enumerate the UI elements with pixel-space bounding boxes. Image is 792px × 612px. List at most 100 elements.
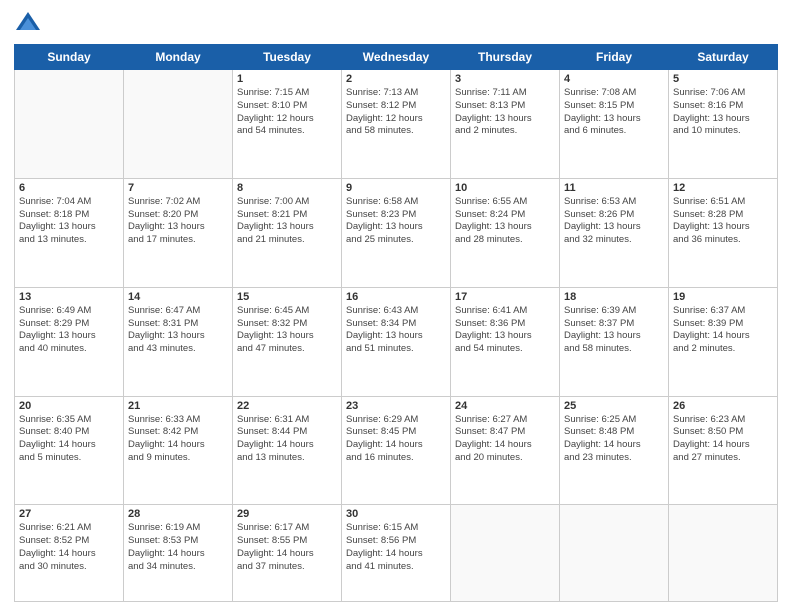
day-info-line: Sunrise: 6:23 AM [673,414,773,427]
calendar-cell: 5Sunrise: 7:06 AMSunset: 8:16 PMDaylight… [669,70,778,179]
day-info-line: Sunrise: 6:43 AM [346,305,446,318]
calendar-week-1: 1Sunrise: 7:15 AMSunset: 8:10 PMDaylight… [15,70,778,179]
day-info-line: Daylight: 14 hours [564,439,664,452]
day-header-thursday: Thursday [451,45,560,70]
day-info: Sunrise: 6:41 AMSunset: 8:36 PMDaylight:… [455,305,555,356]
day-info-line: and 54 minutes. [237,125,337,138]
day-info: Sunrise: 6:17 AMSunset: 8:55 PMDaylight:… [237,522,337,573]
day-header-friday: Friday [560,45,669,70]
day-info-line: and 10 minutes. [673,125,773,138]
day-info-line: Sunset: 8:50 PM [673,426,773,439]
day-info-line: Sunset: 8:15 PM [564,100,664,113]
day-info-line: and 16 minutes. [346,452,446,465]
day-info-line: and 5 minutes. [19,452,119,465]
header [14,10,778,38]
day-info-line: Sunset: 8:47 PM [455,426,555,439]
calendar-week-4: 20Sunrise: 6:35 AMSunset: 8:40 PMDayligh… [15,396,778,505]
day-info-line: Sunrise: 6:37 AM [673,305,773,318]
day-number: 4 [564,73,664,85]
day-info-line: Sunset: 8:21 PM [237,209,337,222]
day-info: Sunrise: 6:49 AMSunset: 8:29 PMDaylight:… [19,305,119,356]
day-info-line: Daylight: 13 hours [346,330,446,343]
day-info-line: Daylight: 13 hours [346,221,446,234]
day-info: Sunrise: 6:53 AMSunset: 8:26 PMDaylight:… [564,196,664,247]
day-header-tuesday: Tuesday [233,45,342,70]
day-info-line: Sunrise: 7:04 AM [19,196,119,209]
day-info-line: Sunrise: 6:58 AM [346,196,446,209]
day-info-line: and 13 minutes. [19,234,119,247]
calendar-cell [124,70,233,179]
day-info-line: Sunset: 8:44 PM [237,426,337,439]
day-info-line: Daylight: 14 hours [346,439,446,452]
calendar-cell: 17Sunrise: 6:41 AMSunset: 8:36 PMDayligh… [451,287,560,396]
day-number: 5 [673,73,773,85]
calendar-cell [560,505,669,602]
day-info-line: Daylight: 13 hours [673,221,773,234]
calendar-cell: 13Sunrise: 6:49 AMSunset: 8:29 PMDayligh… [15,287,124,396]
day-info-line: and 30 minutes. [19,561,119,574]
day-info: Sunrise: 6:15 AMSunset: 8:56 PMDaylight:… [346,522,446,573]
day-info-line: Sunrise: 6:41 AM [455,305,555,318]
day-number: 18 [564,291,664,303]
calendar-cell: 23Sunrise: 6:29 AMSunset: 8:45 PMDayligh… [342,396,451,505]
day-info: Sunrise: 7:00 AMSunset: 8:21 PMDaylight:… [237,196,337,247]
day-info-line: and 47 minutes. [237,343,337,356]
day-info-line: and 51 minutes. [346,343,446,356]
day-info-line: and 13 minutes. [237,452,337,465]
day-info-line: Daylight: 12 hours [346,113,446,126]
day-info-line: Daylight: 14 hours [346,548,446,561]
calendar-cell [15,70,124,179]
calendar-cell: 24 Sunrise: 6:27 AMSunset: 8:47 PMDayligh… [451,396,560,505]
day-number: 16 [346,291,446,303]
day-info-line: Daylight: 14 hours [128,439,228,452]
day-number: 26 [673,400,773,412]
calendar-cell: 7Sunrise: 7:02 AMSunset: 8:20 PMDaylight… [124,178,233,287]
day-number: 8 [237,182,337,194]
day-number: 30 [346,508,446,520]
day-info-line: Sunrise: 6:49 AM [19,305,119,318]
day-number: 12 [673,182,773,194]
calendar-cell: 30 Sunrise: 6:15 AMSunset: 8:56 PMDayligh… [342,505,451,602]
day-info-line: Daylight: 13 hours [564,221,664,234]
day-info-line: Sunset: 8:42 PM [128,426,228,439]
day-info-line: Sunrise: 7:06 AM [673,87,773,100]
day-info-line: and 37 minutes. [237,561,337,574]
day-info-line: Sunset: 8:56 PM [346,535,446,548]
day-number: 21 [128,400,228,412]
day-info: Sunrise: 6:55 AMSunset: 8:24 PMDaylight:… [455,196,555,247]
day-info: Sunrise: 6:23 AMSunset: 8:50 PMDaylight:… [673,414,773,465]
day-info: Sunrise: 6:27 AMSunset: 8:47 PMDaylight:… [455,414,555,465]
day-info-line: and 2 minutes. [673,343,773,356]
day-number: 15 [237,291,337,303]
day-info-line: Sunrise: 6:45 AM [237,305,337,318]
day-info: Sunrise: 6:25 AMSunset: 8:48 PMDaylight:… [564,414,664,465]
logo-icon [14,10,42,38]
day-info: Sunrise: 6:58 AMSunset: 8:23 PMDaylight:… [346,196,446,247]
day-info-line: Daylight: 14 hours [455,439,555,452]
day-info-line: Daylight: 13 hours [19,221,119,234]
day-info-line: Daylight: 14 hours [19,439,119,452]
day-info-line: Sunset: 8:13 PM [455,100,555,113]
day-number: 2 [346,73,446,85]
day-info-line: Daylight: 13 hours [237,221,337,234]
day-info-line: and 43 minutes. [128,343,228,356]
day-number: 11 [564,182,664,194]
day-info-line: Sunrise: 6:17 AM [237,522,337,535]
calendar-cell: 25 Sunrise: 6:25 AMSunset: 8:48 PMDayligh… [560,396,669,505]
day-info: Sunrise: 7:11 AMSunset: 8:13 PMDaylight:… [455,87,555,138]
day-number: 3 [455,73,555,85]
day-info-line: Daylight: 14 hours [673,439,773,452]
day-info-line: Sunrise: 6:39 AM [564,305,664,318]
calendar-cell: 14Sunrise: 6:47 AMSunset: 8:31 PMDayligh… [124,287,233,396]
day-info-line: Daylight: 14 hours [128,548,228,561]
day-info-line: Sunset: 8:28 PM [673,209,773,222]
day-info-line: and 36 minutes. [673,234,773,247]
day-info-line: Sunset: 8:40 PM [19,426,119,439]
day-info-line: Sunrise: 7:15 AM [237,87,337,100]
day-number: 25 [564,400,664,412]
day-number: 9 [346,182,446,194]
calendar-cell: 21Sunrise: 6:33 AMSunset: 8:42 PMDayligh… [124,396,233,505]
day-info-line: and 58 minutes. [564,343,664,356]
calendar-cell: 18Sunrise: 6:39 AMSunset: 8:37 PMDayligh… [560,287,669,396]
day-number: 24 [455,400,555,412]
